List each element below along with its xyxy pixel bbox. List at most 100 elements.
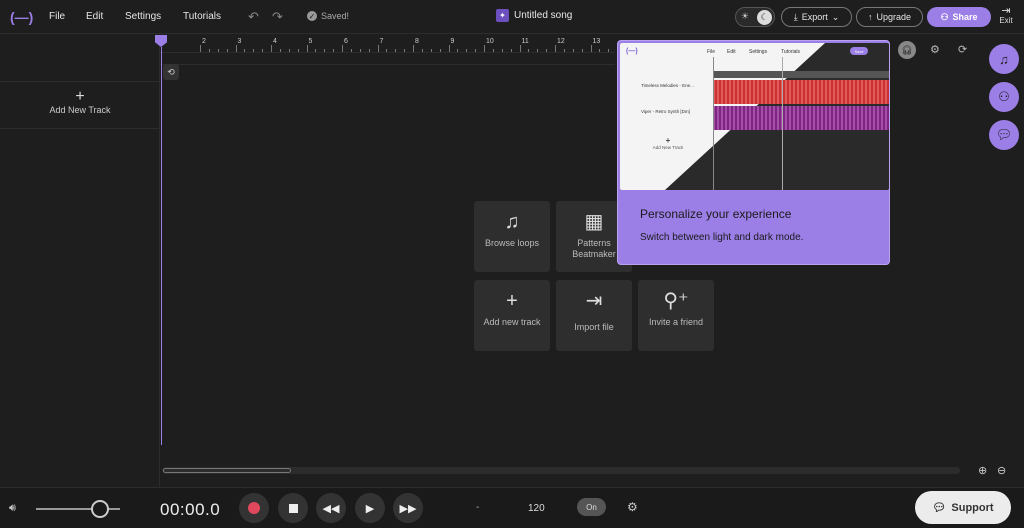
browse-loops-tile[interactable]: ♫ Browse loops [474,201,550,272]
music-note-icon: ♫ [504,211,520,233]
stop-icon [288,503,298,513]
ruler-minor-tick [244,49,246,52]
chat-icon[interactable]: 💬︎ [989,120,1019,150]
gear-icon[interactable]: ⚙ [930,43,940,56]
ruler-minor-tick [315,49,317,52]
ruler-minor-tick [279,49,281,52]
menu-settings[interactable]: Settings [125,11,161,22]
redo-icon[interactable]: ↷ [272,9,283,25]
sun-icon: ☀ [741,11,750,21]
ruler-minor-tick [368,49,370,52]
popover-title: Personalize your experience [640,207,792,221]
refresh-icon[interactable]: ⟳ [958,43,967,56]
ruler-minor-tick [359,49,361,52]
chat-icon: 💬︎ [932,502,947,514]
ruler-minor-tick [226,49,228,52]
menu-tutorials[interactable]: Tutorials [183,11,221,22]
time-signature: - [476,502,480,513]
import-file-tile[interactable]: ⇥ Import file [556,280,632,351]
metronome-toggle[interactable]: On [577,498,606,516]
ruler-minor-tick [333,49,335,52]
scrollbar-thumb[interactable] [163,468,291,473]
horizontal-scrollbar[interactable] [162,467,960,474]
stop-button[interactable] [278,493,308,523]
ruler-label: 10 [486,38,494,45]
share-button[interactable]: ⚇ Share [927,7,991,27]
ruler-minor-tick [501,49,503,52]
invite-friend-tile[interactable]: ⚲⁺ Invite a friend [638,280,714,351]
user-plus-icon: ⚇ [940,11,949,22]
track-panel-header [0,35,160,82]
import-file-label: Import file [574,322,614,332]
zoom-out-icon[interactable]: ⊖ [997,464,1006,477]
theme-tip-popover[interactable]: (—) File Edit Settings Tutorials Save Ti… [617,40,890,265]
exit-button[interactable]: ⇥ Exit [996,6,1016,26]
ruler-minor-tick [350,49,352,52]
ruler-minor-tick [208,49,210,52]
ruler-minor-tick [546,49,548,52]
logo-icon[interactable]: (—) [10,9,36,25]
play-button[interactable]: ▶ [355,493,385,523]
music-note-icon[interactable]: ♫ [989,44,1019,74]
menu-edit[interactable]: Edit [86,11,103,22]
support-label: Support [951,501,994,514]
preview-track-2: Viper - Retro Synth [Dm] [641,109,690,114]
upgrade-button[interactable]: ↑ Upgrade [856,7,923,27]
moon-icon: ☾ [757,10,772,25]
volume-slider-knob[interactable] [91,500,109,518]
gear-icon[interactable]: ⚙ [627,500,638,514]
ruler-label: 13 [592,38,601,45]
ruler-minor-tick [217,49,219,52]
exit-label: Exit [999,16,1013,25]
menu-file[interactable]: File [49,11,65,22]
top-bar: (—) File Edit Settings Tutorials ↶ ↷ ✓ S… [0,0,1024,34]
zoom-in-icon[interactable]: ⊕ [978,464,987,477]
add-new-track-label: Add New Track [49,105,111,115]
ruler-minor-tick [386,49,388,52]
preview-menu-edit: Edit [727,49,736,55]
preview-add-track: + Add New Track [652,136,684,150]
ruler-label: 6 [344,38,348,45]
add-new-track-tile[interactable]: + Add new track [474,280,550,351]
ruler-minor-tick [563,49,565,52]
headphones-icon[interactable]: 🎧︎ [898,41,916,59]
rewind-button[interactable]: ◀◀ [316,493,346,523]
ruler-minor-tick [395,49,397,52]
fast-forward-button[interactable]: ▶▶ [393,493,423,523]
undo-icon[interactable]: ↶ [248,9,259,25]
record-button[interactable] [239,493,269,523]
ruler-minor-tick [599,49,601,52]
export-button[interactable]: ⤓ Export ⌄ [781,7,852,27]
loop-icon[interactable]: ⟲ [163,64,179,80]
check-icon: ✓ [307,11,317,21]
preview-save-button: Save [850,47,868,55]
ruler-tick [377,45,379,52]
collaborators-icon[interactable]: ⚇ [989,82,1019,112]
chevron-down-icon: ⌄ [831,11,840,22]
song-title[interactable]: ✦ Untitled song [496,9,572,22]
ruler-minor-tick [324,49,326,52]
share-label: Share [952,12,978,22]
tempo-bpm[interactable]: 120 [528,503,545,514]
ruler-minor-tick [439,49,441,52]
arrow-up-icon: ↑ [867,12,873,22]
ruler-minor-tick [421,49,423,52]
add-new-track-button[interactable]: + Add New Track [0,83,160,129]
ruler-tick [271,45,272,52]
ruler-label: 11 [521,38,529,45]
volume-icon[interactable]: 🔊︎ [9,502,16,515]
timeline-ruler[interactable]: 2 3 4 5 6 7 8 9 10 11 12 13 [160,35,619,53]
add-new-track-tile-label: Add new track [483,317,541,327]
support-button[interactable]: 💬︎ Support [915,491,1011,524]
ruler-label: 8 [415,38,419,45]
ruler-minor-tick [297,49,299,52]
record-icon [248,502,260,514]
ruler-label: 2 [202,38,206,45]
browse-loops-label: Browse loops [484,238,540,248]
timeline-loop-lane[interactable] [160,53,615,65]
ruler-minor-tick [253,49,255,52]
theme-toggle[interactable]: ☀ ☾ [735,7,775,27]
ruler-tick [519,45,521,52]
download-icon: ⤓ [793,11,798,22]
playhead-line [161,47,162,445]
